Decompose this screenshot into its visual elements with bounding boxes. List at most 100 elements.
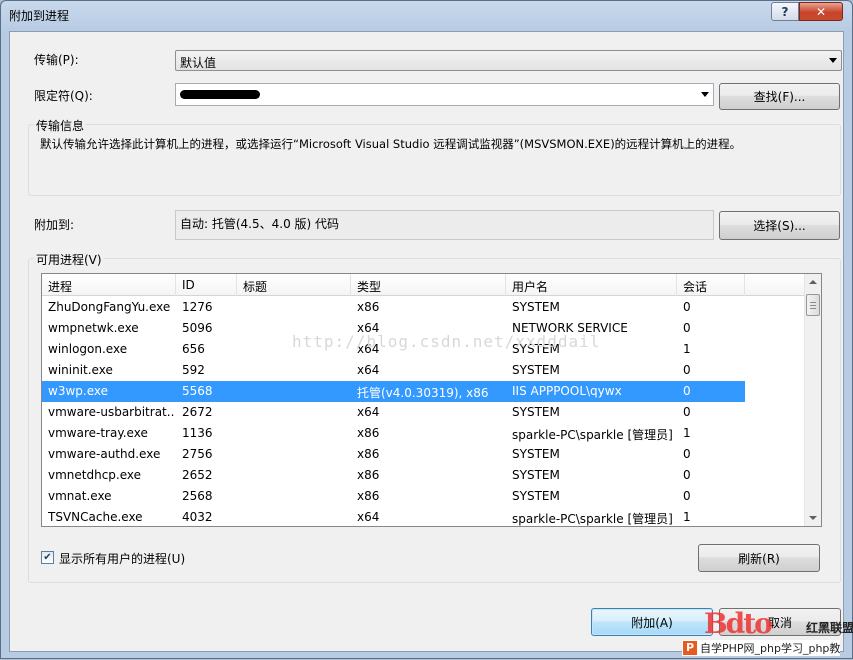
cell-type: x86 <box>357 426 380 440</box>
scroll-up-icon[interactable] <box>809 280 817 284</box>
vertical-scrollbar[interactable] <box>804 274 821 526</box>
attach-to-value: 自动: 托管(4.5、4.0 版) 代码 <box>180 217 340 231</box>
refresh-button[interactable]: 刷新(R) <box>698 544 820 572</box>
column-header-id[interactable]: ID <box>176 274 237 296</box>
cell-user: SYSTEM <box>512 468 560 482</box>
cell-session: 0 <box>683 300 691 314</box>
cell-id: 5096 <box>182 321 213 335</box>
select-button[interactable]: 选择(S)... <box>719 211 840 240</box>
transport-combo[interactable]: 默认值 <box>175 50 842 71</box>
transport-info-text: 默认传输允许选择此计算机上的进程，或选择运行“Microsoft Visual … <box>40 137 742 151</box>
attach-to-label: 附加到: <box>34 218 75 232</box>
find-button[interactable]: 查找(F)... <box>719 83 840 110</box>
cell-name: vmnat.exe <box>48 489 112 503</box>
help-icon: ? <box>781 4 789 19</box>
cell-name: wmpnetwk.exe <box>48 321 139 335</box>
cell-user: sparkle-PC\sparkle [管理员] <box>512 428 673 442</box>
chevron-down-icon <box>701 92 709 97</box>
transport-info-title: 传输信息 <box>34 117 87 134</box>
cell-name: vmware-usbarbitrat... <box>48 405 174 419</box>
grip-line <box>810 305 816 306</box>
column-header-type[interactable]: 类型 <box>351 274 506 296</box>
cell-session: 0 <box>683 405 691 419</box>
table-row[interactable]: TSVNCache.exe 4032 x64 sparkle-PC\sparkle [… <box>42 507 745 526</box>
table-row[interactable]: vmware-usbarbitrat... 2672 x64 SYSTEM 0 <box>42 402 745 423</box>
window-title: 附加到进程 <box>9 9 70 23</box>
cell-name: ZhuDongFangYu.exe <box>48 300 171 314</box>
cell-session: 0 <box>683 468 691 482</box>
column-header-process[interactable]: 进程 <box>42 274 176 296</box>
chevron-down-icon <box>829 58 837 63</box>
cell-type: x64 <box>357 510 380 524</box>
column-header-session[interactable]: 会话 <box>677 274 745 296</box>
column-header-title[interactable]: 标题 <box>237 274 351 296</box>
cell-user: IIS APPPOOL\qywx <box>512 384 622 398</box>
cell-session: 0 <box>683 321 691 335</box>
column-header-user[interactable]: 用户名 <box>506 274 677 296</box>
cell-type: x86 <box>357 447 380 461</box>
site-logo-overlay: Bdto 红黑联盟 P 自学PHP网_php学习_php教 <box>674 607 853 660</box>
cell-id: 4032 <box>182 510 213 524</box>
site-logo-footer-text: 自学PHP网_php学习_php教 <box>700 642 841 655</box>
table-row[interactable]: vmware-authd.exe 2756 x86 SYSTEM 0 <box>42 444 745 465</box>
cell-type: x64 <box>357 405 380 419</box>
cell-session: 0 <box>683 489 691 503</box>
close-button[interactable]: ✕ <box>799 2 843 21</box>
column-header-filler <box>745 274 805 296</box>
scroll-down-icon[interactable] <box>809 516 817 520</box>
dialog-window: 附加到进程 ? ✕ 传输(P): 默认值 限定符(Q): 查找(F)... 传输… <box>0 0 853 659</box>
dialog-client: 传输(P): 默认值 限定符(Q): 查找(F)... 传输信息 默认传输允许选… <box>9 31 844 652</box>
processes-group-title: 可用进程(V) <box>34 251 104 268</box>
table-row[interactable]: wininit.exe 592 x64 SYSTEM 0 <box>42 360 745 381</box>
cell-name: vmnetdhcp.exe <box>48 468 142 482</box>
table-row[interactable]: ZhuDongFangYu.exe 1276 x86 SYSTEM 0 <box>42 297 745 318</box>
show-all-checkbox[interactable]: ✔ <box>41 551 54 564</box>
transport-info-group <box>28 124 841 196</box>
scrollbar-thumb[interactable] <box>806 294 820 316</box>
cell-session: 0 <box>683 363 691 377</box>
php-icon: P <box>683 641 697 655</box>
cell-name: vmware-authd.exe <box>48 447 161 461</box>
attach-to-field: 自动: 托管(4.5、4.0 版) 代码 <box>175 210 714 240</box>
help-button[interactable]: ? <box>771 2 799 21</box>
cell-user: sparkle-PC\sparkle [管理员] <box>512 512 673 526</box>
cell-type: x64 <box>357 363 380 377</box>
transport-value: 默认值 <box>180 56 217 70</box>
qualifier-combo[interactable] <box>175 83 714 106</box>
cell-id: 2652 <box>182 468 213 482</box>
cell-session: 1 <box>683 426 691 440</box>
table-row[interactable]: w3wp.exe 5568 托管(v4.0.30319), x86 IIS APPPO… <box>42 381 745 402</box>
cell-user: SYSTEM <box>512 363 560 377</box>
watermark-text: http://blog.csdn.net/xxdddail <box>292 332 601 351</box>
process-list[interactable]: 进程 ID 标题 类型 用户名 会话 ZhuDongFangYu.exe 1276… <box>41 273 822 527</box>
table-row[interactable]: vmnetdhcp.exe 2652 x86 SYSTEM 0 <box>42 465 745 486</box>
show-all-label[interactable]: 显示所有用户的进程(U) <box>59 550 185 567</box>
qualifier-label: 限定符(Q): <box>34 89 93 103</box>
table-row[interactable]: vmnat.exe 2568 x86 SYSTEM 0 <box>42 486 745 507</box>
cell-type: x86 <box>357 300 380 314</box>
cell-user: SYSTEM <box>512 489 560 503</box>
grip-line <box>810 302 816 303</box>
cell-name: winlogon.exe <box>48 342 128 356</box>
close-icon: ✕ <box>815 4 827 19</box>
cell-id: 5568 <box>182 384 213 398</box>
title-bar[interactable]: 附加到进程 ? ✕ <box>1 1 852 29</box>
cell-name: wininit.exe <box>48 363 113 377</box>
site-logo-footer: P 自学PHP网_php学习_php教 <box>682 640 841 656</box>
cell-id: 656 <box>182 342 205 356</box>
checkmark-icon: ✔ <box>43 552 52 563</box>
table-row[interactable]: vmware-tray.exe 1136 x86 sparkle-PC\sparkle… <box>42 423 745 444</box>
cell-user: SYSTEM <box>512 405 560 419</box>
site-logo: Bdto <box>704 607 773 640</box>
cell-id: 2756 <box>182 447 213 461</box>
redacted-scribble <box>180 90 260 99</box>
transport-label: 传输(P): <box>34 53 79 67</box>
cell-type: x86 <box>357 489 380 503</box>
site-logo-side-text: 红黑联盟 <box>806 621 853 635</box>
cell-session: 0 <box>683 384 691 398</box>
cell-id: 2568 <box>182 489 213 503</box>
process-list-header: 进程 ID 标题 类型 用户名 会话 <box>42 274 804 296</box>
cell-name: vmware-tray.exe <box>48 426 148 440</box>
cell-type: 托管(v4.0.30319), x86 <box>357 386 489 400</box>
cell-user: SYSTEM <box>512 300 560 314</box>
